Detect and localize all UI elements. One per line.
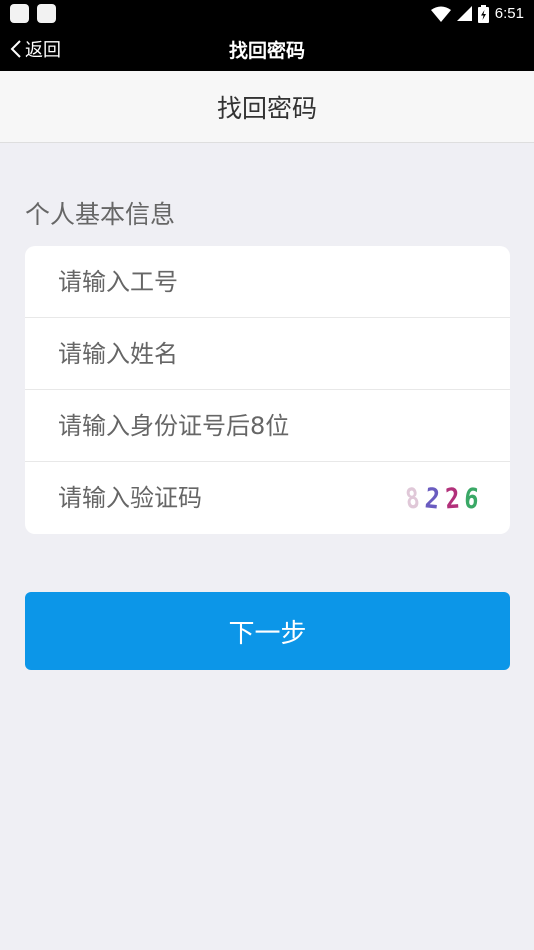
next-button[interactable]: 下一步: [25, 592, 510, 670]
page-title: 找回密码: [216, 93, 317, 123]
name-input[interactable]: [58, 323, 488, 384]
chevron-left-icon: [10, 40, 21, 58]
back-label: 返回: [25, 40, 61, 61]
nav-title: 找回密码: [228, 39, 305, 62]
signal-icon: [456, 6, 472, 21]
section-label: 个人基本信息: [25, 200, 176, 229]
captcha-row: 8 2 2 6: [25, 462, 510, 534]
battery-icon: [477, 4, 489, 23]
status-indicators: 6:51: [430, 4, 524, 23]
employee-id-input[interactable]: [58, 251, 488, 312]
status-time: 6:51: [494, 5, 524, 22]
id-last8-input[interactable]: [58, 395, 488, 456]
status-bar: 6:51: [0, 0, 534, 27]
captcha-digit: 2: [443, 481, 461, 515]
notification-icon: [37, 4, 56, 23]
captcha-image[interactable]: 8 2 2 6: [396, 476, 488, 520]
form-card: 8 2 2 6: [25, 246, 510, 534]
captcha-digit: 6: [463, 480, 481, 516]
nav-bar: 返回 找回密码: [0, 27, 534, 71]
id-number-row: [25, 390, 510, 462]
back-button[interactable]: 返回: [10, 27, 61, 71]
name-row: [25, 318, 510, 390]
captcha-digit: 8: [403, 480, 422, 516]
wifi-icon: [430, 6, 451, 22]
notification-icon: [10, 4, 29, 23]
captcha-digit: 2: [423, 480, 441, 516]
captcha-input[interactable]: [58, 468, 396, 528]
employee-id-row: [25, 246, 510, 318]
status-notifications: [10, 4, 56, 23]
page-header: 找回密码: [0, 71, 534, 143]
